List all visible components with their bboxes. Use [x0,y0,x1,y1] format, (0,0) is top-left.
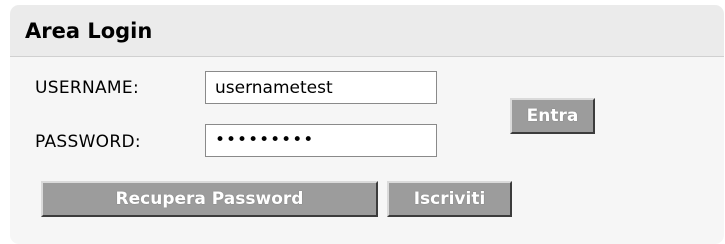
password-label: PASSWORD: [35,132,141,152]
panel-title: Area Login [25,19,153,43]
password-input[interactable]: ••••••••• [205,124,437,157]
recover-password-button[interactable]: Recupera Password [41,181,378,217]
username-label: USERNAME: [35,78,139,98]
username-input[interactable] [205,71,437,104]
register-button[interactable]: Iscriviti [387,181,512,217]
login-button[interactable]: Entra [510,98,595,134]
